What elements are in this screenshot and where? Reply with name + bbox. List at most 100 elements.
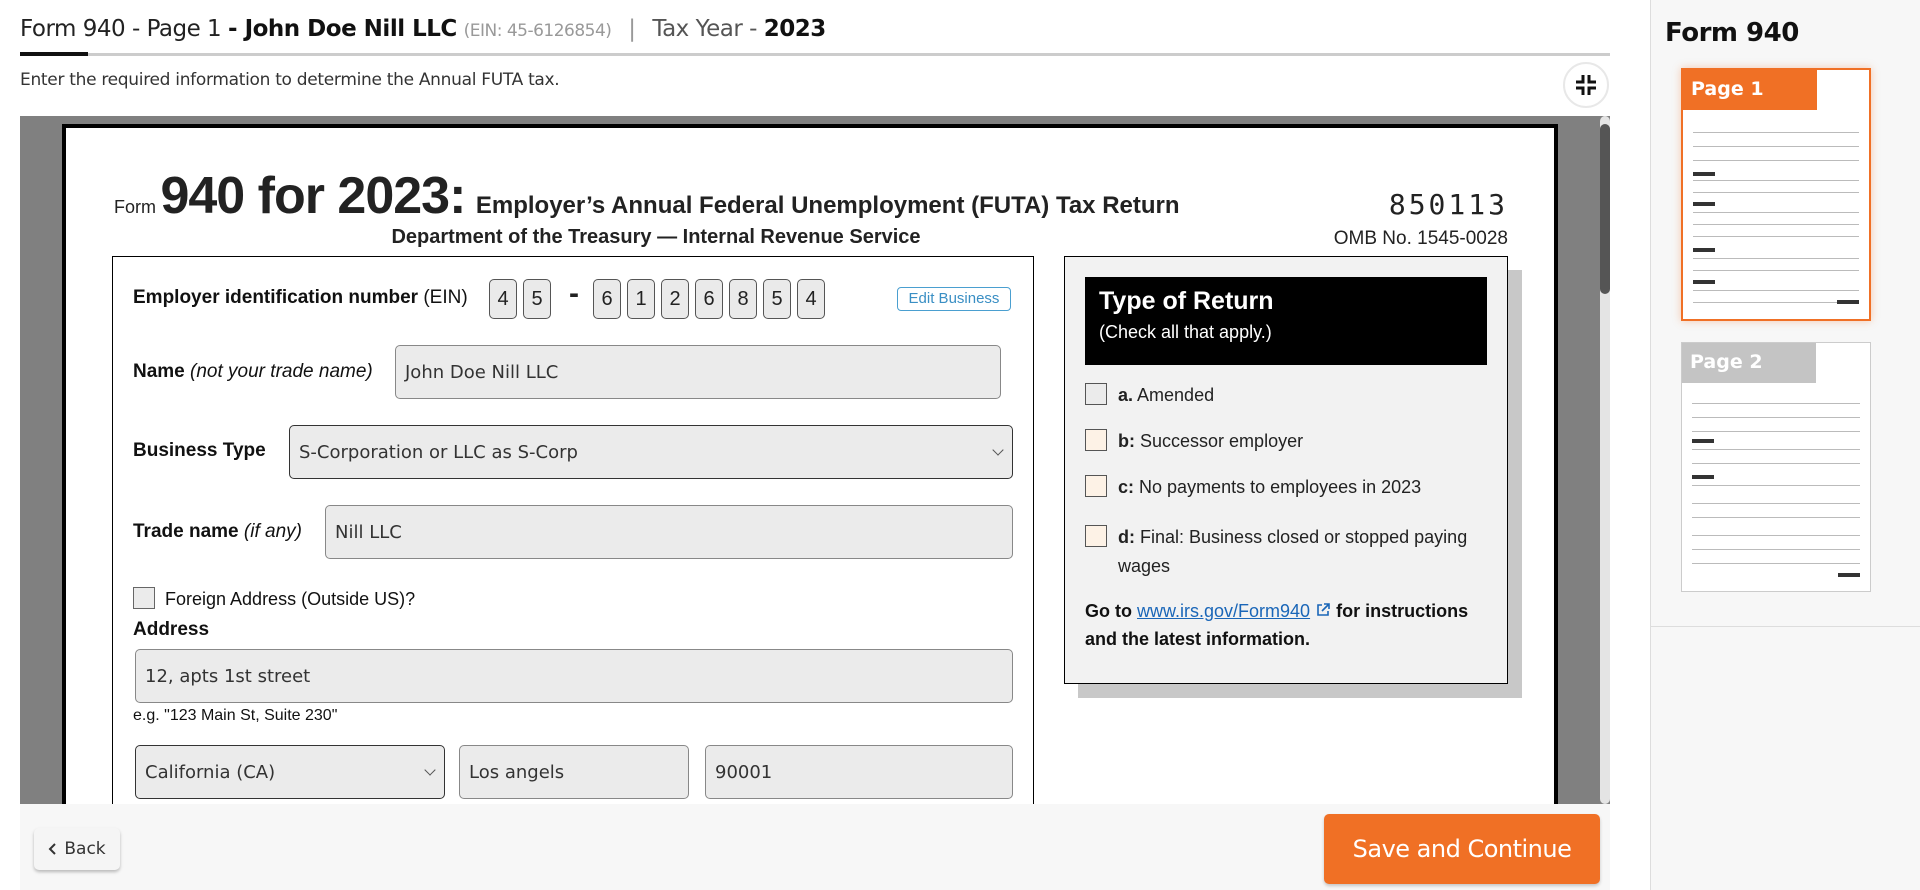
page-1-preview bbox=[1693, 80, 1859, 309]
no-payments-label: c: No payments to employees in 2023 bbox=[1118, 473, 1485, 502]
preview-line bbox=[1693, 224, 1859, 225]
preview-block bbox=[1693, 202, 1715, 206]
address-label: Address bbox=[133, 619, 210, 640]
chevron-down-icon bbox=[992, 444, 1004, 456]
tax-year-label: Tax Year - bbox=[652, 16, 757, 42]
irs-form940-link[interactable]: www.irs.gov/Form940 bbox=[1137, 601, 1310, 621]
employer-info-box: Employer identification number (EIN) 4 5… bbox=[112, 256, 1034, 804]
form-number: 940 for 2023: bbox=[160, 167, 466, 225]
address-input[interactable]: 12, apts 1st street bbox=[135, 649, 1013, 703]
form-viewer: Form 940 for 2023: Employer’s Annual Fed… bbox=[20, 116, 1610, 804]
preview-line bbox=[1693, 302, 1859, 303]
name-label-bold: Name bbox=[133, 361, 185, 382]
ein-digit[interactable]: 4 bbox=[489, 279, 517, 319]
sidebar-divider bbox=[1651, 626, 1920, 627]
form-barcode: 850113 bbox=[1388, 188, 1508, 221]
no-payments-checkbox[interactable] bbox=[1085, 475, 1107, 497]
trade-name-input[interactable]: Nill LLC bbox=[325, 505, 1013, 559]
state-value: California (CA) bbox=[145, 761, 276, 783]
chevron-left-icon bbox=[48, 843, 57, 855]
preview-block bbox=[1692, 439, 1714, 443]
type-of-return-box: Type of Return (Check all that apply.) a… bbox=[1064, 256, 1508, 684]
preview-line bbox=[1693, 270, 1859, 271]
page-1-tag: Page 1 bbox=[1683, 70, 1817, 110]
preview-block bbox=[1692, 475, 1714, 479]
tax-year-value: 2023 bbox=[763, 16, 827, 42]
final-label: d: Final: Business closed or stopped pay… bbox=[1118, 523, 1485, 581]
state-select[interactable]: California (CA) bbox=[135, 745, 445, 799]
form-paper: Form 940 for 2023: Employer’s Annual Fed… bbox=[62, 124, 1558, 804]
collapse-icon bbox=[1576, 75, 1596, 95]
viewer-scrollbar[interactable] bbox=[1600, 116, 1610, 804]
external-link-icon bbox=[1317, 603, 1330, 616]
preview-line bbox=[1693, 132, 1859, 133]
name-label: Name (not your trade name) bbox=[133, 361, 373, 383]
page-thumbnail-1[interactable]: Page 1 bbox=[1681, 68, 1871, 321]
address-hint: e.g. "123 Main St, Suite 230" bbox=[133, 707, 338, 724]
return-type-final: d: Final: Business closed or stopped pay… bbox=[1085, 523, 1485, 581]
trade-name-label-italic: (if any) bbox=[243, 521, 302, 542]
ein-digit[interactable]: 5 bbox=[523, 279, 551, 319]
preview-line bbox=[1692, 549, 1860, 550]
ein-digit[interactable]: 2 bbox=[661, 279, 689, 319]
ein-digit[interactable]: 4 bbox=[797, 279, 825, 319]
edit-business-button[interactable]: Edit Business bbox=[897, 287, 1011, 311]
final-checkbox[interactable] bbox=[1085, 525, 1107, 547]
city-input[interactable]: Los angels bbox=[459, 745, 689, 799]
preview-line bbox=[1692, 463, 1860, 464]
preview-block bbox=[1693, 248, 1715, 252]
type-of-return-subtitle: (Check all that apply.) bbox=[1099, 322, 1272, 342]
preview-block bbox=[1838, 573, 1860, 577]
preview-line bbox=[1692, 431, 1860, 432]
preview-line bbox=[1693, 258, 1859, 259]
item-label: Final: Business closed or stopped paying… bbox=[1118, 527, 1468, 576]
omb-number: OMB No. 1545-0028 bbox=[1333, 228, 1508, 249]
chevron-down-icon bbox=[424, 764, 436, 776]
business-type-label: Business Type bbox=[133, 440, 266, 462]
preview-line bbox=[1692, 485, 1860, 486]
amended-label: a. Amended bbox=[1118, 381, 1485, 410]
successor-label: b: Successor employer bbox=[1118, 427, 1485, 456]
amended-checkbox[interactable] bbox=[1085, 383, 1107, 405]
ein-label: Employer identification number (EIN) bbox=[133, 287, 468, 309]
return-type-no-payments: c: No payments to employees in 2023 bbox=[1085, 473, 1485, 502]
foreign-address-checkbox[interactable] bbox=[133, 587, 155, 609]
back-button[interactable]: Back bbox=[34, 828, 120, 870]
ein-text: (EIN: 45-6126854) bbox=[463, 21, 612, 41]
page-title: Form 940 - Page 1 - John Doe Nill LLC (E… bbox=[20, 16, 826, 52]
successor-checkbox[interactable] bbox=[1085, 429, 1107, 451]
ein-digit[interactable]: 8 bbox=[729, 279, 757, 319]
note-prefix: Go to bbox=[1085, 601, 1132, 621]
back-label: Back bbox=[64, 839, 106, 859]
preview-line bbox=[1693, 290, 1859, 291]
foreign-address-label: Foreign Address (Outside US)? bbox=[165, 589, 416, 609]
page-thumbnail-2[interactable]: Page 2 bbox=[1681, 342, 1871, 592]
trade-name-label-bold: Trade name bbox=[133, 521, 239, 542]
return-type-successor: b: Successor employer bbox=[1085, 427, 1485, 456]
ein-digit[interactable]: 5 bbox=[763, 279, 791, 319]
preview-block bbox=[1837, 300, 1859, 304]
zip-input[interactable]: 90001 bbox=[705, 745, 1013, 799]
type-of-return-title: Type of Return bbox=[1099, 287, 1274, 315]
footer-bar: Back Save and Continue bbox=[20, 804, 1610, 890]
scrollbar-thumb[interactable] bbox=[1600, 124, 1610, 294]
preview-line bbox=[1692, 417, 1860, 418]
name-input[interactable]: John Doe Nill LLC bbox=[395, 345, 1001, 399]
collapse-view-button[interactable] bbox=[1563, 62, 1609, 108]
business-type-value: S-Corporation or LLC as S-Corp bbox=[299, 441, 578, 463]
trade-name-label: Trade name (if any) bbox=[133, 521, 302, 543]
item-key: b: bbox=[1118, 431, 1135, 451]
preview-line bbox=[1692, 517, 1860, 518]
preview-line bbox=[1693, 146, 1859, 147]
preview-line bbox=[1692, 535, 1860, 536]
form-header: Form 940 for 2023: Employer’s Annual Fed… bbox=[114, 166, 1180, 226]
save-and-continue-button[interactable]: Save and Continue bbox=[1324, 814, 1600, 884]
ein-digit[interactable]: 6 bbox=[593, 279, 621, 319]
ein-digit[interactable]: 1 bbox=[627, 279, 655, 319]
ein-digit[interactable]: 6 bbox=[695, 279, 723, 319]
title-separator: | bbox=[628, 16, 636, 42]
irs-instructions-note: Go to www.irs.gov/Form940 for instructio… bbox=[1085, 597, 1485, 653]
department-line: Department of the Treasury — Internal Re… bbox=[391, 226, 921, 248]
page-2-preview bbox=[1692, 353, 1860, 581]
business-type-select[interactable]: S-Corporation or LLC as S-Corp bbox=[289, 425, 1013, 479]
